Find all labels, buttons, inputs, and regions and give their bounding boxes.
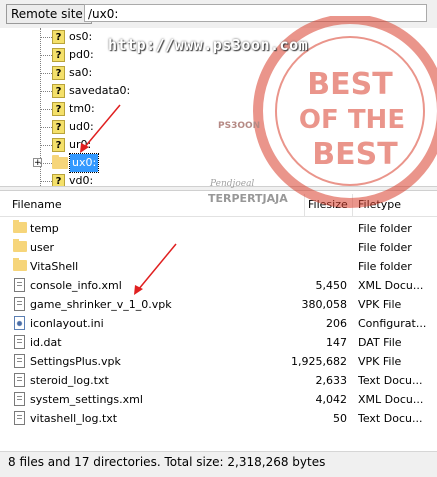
folder-icon [52,155,68,169]
column-separator[interactable] [304,194,305,216]
file-row[interactable]: steroid_log.txt 2,633 Text Docu... [0,371,437,390]
document-icon [14,335,25,349]
file-row[interactable]: console_info.xml 5,450 XML Docu... [0,276,437,295]
document-icon [14,297,25,311]
tree-connector [40,181,52,182]
unknown-folder-icon: ? [52,48,65,62]
folder-icon [13,258,27,271]
tree-item-vd0[interactable]: ? vd0: [0,172,200,186]
file-size: 206 [326,317,347,330]
remote-site-bar: Remote site: /ux0: [0,0,437,29]
column-header-filesize[interactable]: Filesize [308,194,348,216]
file-size: 147 [326,336,347,349]
file-type: XML Docu... [358,393,424,406]
file-row[interactable]: temp File folder [0,219,437,238]
tree-connector [40,145,52,146]
document-icon [14,411,25,425]
file-type: Text Docu... [358,412,423,425]
file-size: 2,633 [315,374,348,387]
file-name: user [30,241,54,254]
file-name: SettingsPlus.vpk [30,355,121,368]
file-name: steroid_log.txt [30,374,109,387]
file-list[interactable]: temp File folder user File folder VitaSh… [0,217,437,445]
column-header-filetype[interactable]: Filetype [358,194,401,216]
file-name: console_info.xml [30,279,122,292]
unknown-folder-icon: ? [52,30,65,44]
file-type: Configurat... [358,317,427,330]
file-row[interactable]: id.dat 147 DAT File [0,333,437,352]
folder-icon [13,220,27,233]
file-type: VPK File [358,355,402,368]
file-row[interactable]: system_settings.xml 4,042 XML Docu... [0,390,437,409]
document-icon [14,354,25,368]
tree-connector [40,73,52,74]
file-row[interactable]: SettingsPlus.vpk 1,925,682 VPK File [0,352,437,371]
pane-splitter[interactable] [0,186,437,191]
file-type: Text Docu... [358,374,423,387]
tree-connector [40,109,52,110]
file-type: File folder [358,222,412,235]
tree-item-label: os0: [69,30,93,43]
file-name: system_settings.xml [30,393,143,406]
tree-item-label: sa0: [69,66,93,79]
settings-file-icon [14,316,25,330]
document-icon [14,373,25,387]
file-row[interactable]: vitashell_log.txt 50 Text Docu... [0,409,437,428]
tree-connector [40,37,52,38]
file-type: VPK File [358,298,402,311]
file-name: game_shrinker_v_1_0.vpk [30,298,172,311]
file-name: VitaShell [30,260,79,273]
file-name: vitashell_log.txt [30,412,118,425]
status-bar: 8 files and 17 directories. Total size: … [0,451,437,477]
document-icon [14,278,25,292]
tree-connector [40,55,52,56]
folder-icon [13,239,27,252]
unknown-folder-icon: ? [52,138,65,152]
file-row[interactable]: user File folder [0,238,437,257]
remote-site-label: Remote site: [6,4,92,24]
unknown-folder-icon: ? [52,102,65,116]
tree-connector [40,127,52,128]
file-name: temp [30,222,59,235]
tree-item-sa0[interactable]: ? sa0: [0,64,200,82]
file-size: 5,450 [315,279,348,292]
file-row[interactable]: VitaShell File folder [0,257,437,276]
document-icon [14,392,25,406]
tree-item-tm0[interactable]: ? tm0: [0,100,200,118]
file-type: File folder [358,260,412,273]
file-size: 380,058 [301,298,348,311]
tree-item-label: tm0: [69,102,95,115]
file-name: id.dat [30,336,62,349]
file-row[interactable]: game_shrinker_v_1_0.vpk 380,058 VPK File [0,295,437,314]
remote-site-path-input[interactable]: /ux0: [84,4,427,22]
unknown-folder-icon: ? [52,66,65,80]
unknown-folder-icon: ? [52,84,65,98]
file-name: iconlayout.ini [30,317,104,330]
file-row[interactable]: iconlayout.ini 206 Configurat... [0,314,437,333]
file-size: 50 [333,412,347,425]
column-header-filename[interactable]: Filename [12,194,62,216]
tree-connector [40,163,52,164]
file-size: 1,925,682 [291,355,347,368]
file-size: 4,042 [315,393,348,406]
tree-item-label-selected: ux0: [68,153,100,173]
file-type: DAT File [358,336,402,349]
tree-item-savedata0[interactable]: ? savedata0: [0,82,200,100]
tree-item-label: vd0: [69,174,94,186]
file-type: XML Docu... [358,279,424,292]
watermark-text: http://www.ps3oon.com [108,36,309,54]
tree-connector [40,91,52,92]
tree-item-ud0[interactable]: ? ud0: [0,118,200,136]
tree-item-label: ur0: [69,138,92,151]
tree-item-label: pd0: [69,48,94,61]
tree-item-ux0[interactable]: + ux0: [0,153,200,173]
unknown-folder-icon: ? [52,120,65,134]
unknown-folder-icon: ? [52,174,65,186]
tree-item-ur0[interactable]: ? ur0: [0,136,200,154]
file-type: File folder [358,241,412,254]
tree-item-label: ud0: [69,120,94,133]
file-list-header: Filename Filesize Filetype [0,194,437,217]
tree-item-label: savedata0: [69,84,131,97]
column-separator[interactable] [352,194,353,216]
